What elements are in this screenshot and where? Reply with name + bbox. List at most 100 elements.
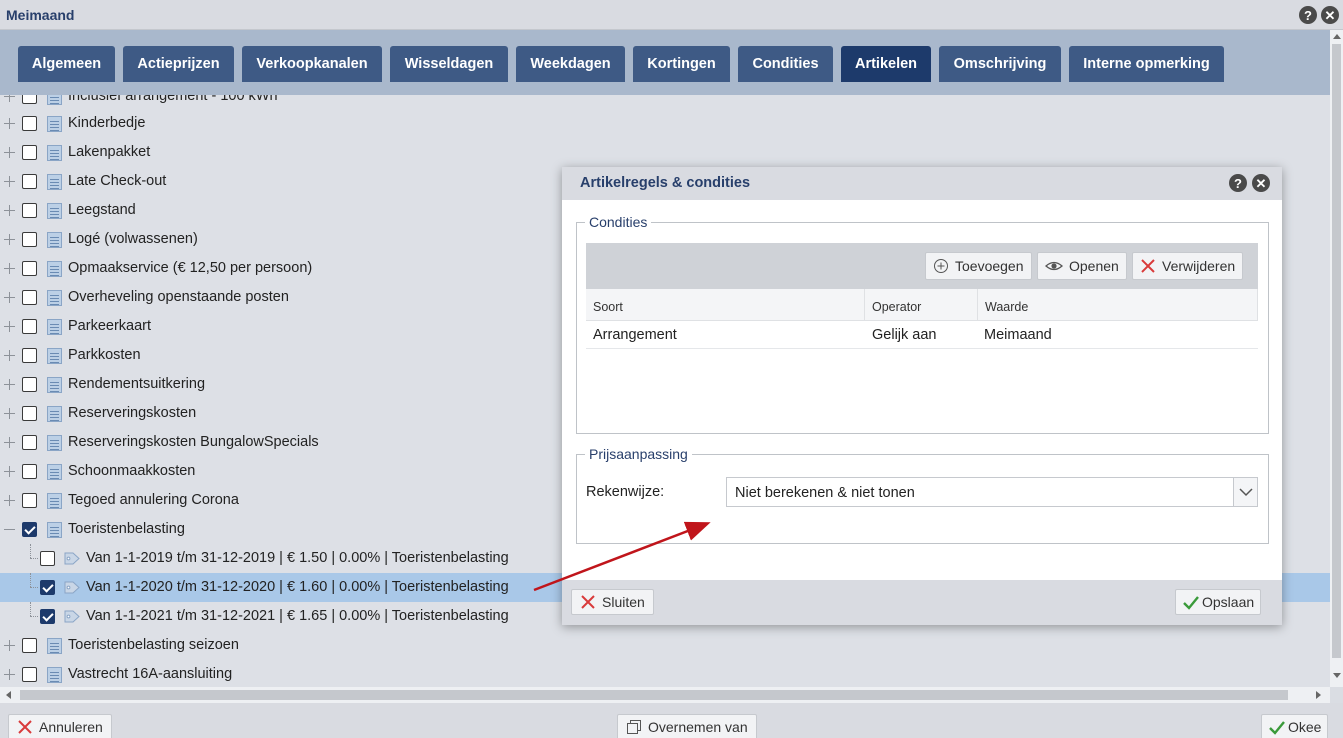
checkbox[interactable] — [22, 464, 37, 479]
tab-algemeen[interactable]: Algemeen — [18, 46, 115, 82]
expand-icon[interactable] — [4, 408, 15, 419]
rekenwijze-label: Rekenwijze: — [586, 484, 665, 500]
expand-icon[interactable] — [4, 263, 15, 274]
expand-icon[interactable] — [4, 669, 15, 680]
expand-icon[interactable] — [4, 466, 15, 477]
checkbox[interactable] — [22, 145, 37, 160]
collapse-icon[interactable] — [4, 524, 15, 535]
scrollbar-thumb[interactable] — [20, 690, 1288, 700]
checkbox[interactable] — [22, 348, 37, 363]
vertical-scrollbar[interactable] — [1330, 30, 1343, 687]
save-button[interactable]: Opslaan — [1175, 589, 1262, 615]
checkbox[interactable] — [22, 406, 37, 421]
checkbox[interactable] — [22, 232, 37, 247]
expand-icon[interactable] — [4, 176, 15, 187]
tab-verkoopkanalen[interactable]: Verkoopkanalen — [242, 46, 382, 82]
tree-row[interactable]: Vastrecht 16A-aansluiting — [0, 660, 1330, 687]
article-icon — [47, 290, 62, 306]
tree-row-label: Van 1-1-2019 t/m 31-12-2019 | € 1.50 | 0… — [86, 550, 509, 566]
table-row[interactable]: Arrangement Gelijk aan Meimaand — [586, 321, 1258, 349]
delete-button[interactable]: Verwijderen — [1132, 252, 1244, 280]
copy-from-button[interactable]: Overnemen van — [617, 714, 757, 738]
article-icon — [47, 145, 62, 161]
tab-omschrijving[interactable]: Omschrijving — [939, 46, 1061, 82]
tree-row-label: Parkkosten — [68, 347, 141, 363]
column-header-operator[interactable]: Operator — [865, 289, 978, 321]
tab-condities[interactable]: Condities — [738, 46, 833, 82]
expand-icon[interactable] — [4, 379, 15, 390]
scrollbar-thumb[interactable] — [1332, 44, 1341, 658]
tree-row-label: Schoonmaakkosten — [68, 463, 196, 479]
checkbox[interactable] — [22, 493, 37, 508]
tab-wisseldagen[interactable]: Wisseldagen — [390, 46, 508, 82]
expand-icon[interactable] — [4, 640, 15, 651]
checkbox-checked[interactable] — [40, 580, 55, 595]
checkbox-checked[interactable] — [22, 522, 37, 537]
checkbox[interactable] — [22, 174, 37, 189]
close-button[interactable]: Sluiten — [571, 589, 654, 615]
expand-icon[interactable] — [4, 350, 15, 361]
expand-icon[interactable] — [4, 437, 15, 448]
cancel-button[interactable]: Annuleren — [8, 714, 112, 738]
expand-icon[interactable] — [4, 321, 15, 332]
scroll-right-icon[interactable] — [1316, 691, 1321, 699]
checkbox[interactable] — [22, 203, 37, 218]
tree-row[interactable]: Kinderbedje — [0, 109, 1330, 138]
checkbox[interactable] — [22, 116, 37, 131]
tree-row[interactable]: Toeristenbelasting seizoen — [0, 631, 1330, 660]
tree-row[interactable]: Lakenpakket — [0, 138, 1330, 167]
expand-icon[interactable] — [4, 205, 15, 216]
expand-icon[interactable] — [4, 234, 15, 245]
help-icon[interactable]: ? — [1299, 6, 1317, 24]
rekenwijze-select[interactable]: Niet berekenen & niet tonen — [726, 477, 1258, 507]
tree-connector — [30, 573, 31, 587]
article-icon — [47, 464, 62, 480]
checkbox[interactable] — [22, 638, 37, 653]
scroll-up-icon[interactable] — [1333, 34, 1341, 39]
expand-icon[interactable] — [4, 147, 15, 158]
tab-kortingen[interactable]: Kortingen — [633, 46, 730, 82]
column-header-waarde[interactable]: Waarde — [978, 289, 1258, 321]
expand-icon[interactable] — [4, 292, 15, 303]
chevron-down-icon[interactable] — [1233, 478, 1257, 506]
checkbox[interactable] — [22, 667, 37, 682]
window-header: Meimaand ? ✕ — [0, 0, 1343, 30]
cell-soort: Arrangement — [593, 327, 677, 343]
tab-interne-opmerking[interactable]: Interne opmerking — [1069, 46, 1224, 82]
help-icon[interactable]: ? — [1229, 174, 1247, 192]
open-button[interactable]: Openen — [1037, 252, 1127, 280]
add-button[interactable]: Toevoegen — [925, 252, 1032, 280]
expand-icon[interactable] — [4, 95, 15, 102]
checkbox-checked[interactable] — [40, 609, 55, 624]
checkbox[interactable] — [40, 551, 55, 566]
delete-label: Verwijderen — [1162, 258, 1236, 274]
tree-row-label: Inclusief arrangement - 100 kWh — [68, 95, 278, 104]
tab-weekdagen[interactable]: Weekdagen — [516, 46, 625, 82]
expand-icon[interactable] — [4, 118, 15, 129]
close-icon[interactable]: ✕ — [1321, 6, 1339, 24]
checkbox[interactable] — [22, 319, 37, 334]
article-icon — [47, 377, 62, 393]
scroll-down-icon[interactable] — [1333, 673, 1341, 678]
copy-icon — [626, 719, 642, 735]
checkbox[interactable] — [22, 435, 37, 450]
checkbox[interactable] — [22, 290, 37, 305]
close-icon[interactable]: ✕ — [1252, 174, 1270, 192]
checkbox[interactable] — [22, 377, 37, 392]
cell-waarde: Meimaand — [984, 327, 1052, 343]
article-icon — [47, 638, 62, 654]
condities-grid-header: Soort Operator Waarde — [586, 289, 1258, 321]
tree-row-label: Tegoed annulering Corona — [68, 492, 239, 508]
tree-row-label: Opmaakservice (€ 12,50 per persoon) — [68, 260, 313, 276]
ok-button[interactable]: Okee — [1261, 714, 1329, 738]
checkbox[interactable] — [22, 95, 37, 104]
tab-actieprijzen[interactable]: Actieprijzen — [123, 46, 234, 82]
column-header-soort[interactable]: Soort — [586, 289, 865, 321]
scroll-left-icon[interactable] — [6, 691, 11, 699]
price-tag-icon — [64, 610, 80, 623]
horizontal-scrollbar[interactable] — [0, 687, 1330, 703]
window-title: Meimaand — [6, 7, 75, 23]
checkbox[interactable] — [22, 261, 37, 276]
tab-artikelen[interactable]: Artikelen — [841, 46, 931, 82]
expand-icon[interactable] — [4, 495, 15, 506]
